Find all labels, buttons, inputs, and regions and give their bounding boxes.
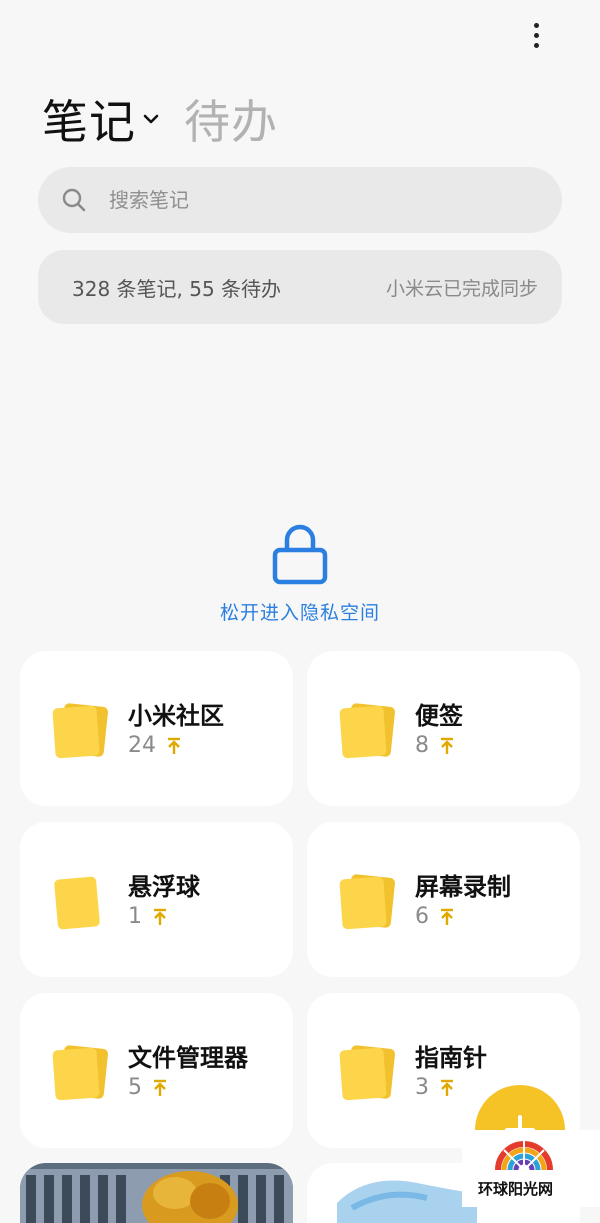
notes-summary: 328 条笔记, 55 条待办 小米云已完成同步	[38, 250, 562, 324]
folder-stack-icon	[52, 703, 108, 759]
folder-name: 小米社区	[128, 702, 224, 730]
folder-card[interactable]: 小米社区 24	[20, 651, 293, 806]
folder-single-icon	[54, 876, 100, 930]
folder-count: 8	[415, 733, 429, 758]
folder-count: 1	[128, 904, 142, 929]
sync-status-text: 小米云已完成同步	[385, 277, 538, 300]
pin-top-icon	[441, 737, 453, 754]
folder-name: 悬浮球	[128, 873, 200, 901]
more-vertical-icon	[533, 22, 539, 28]
tab-bar: 笔记 待办	[42, 86, 278, 152]
watermark: 环球阳光网	[462, 1130, 600, 1207]
folder-card[interactable]: 屏幕录制 6	[307, 822, 580, 977]
folder-name: 指南针	[415, 1044, 487, 1072]
folder-count: 3	[415, 1075, 429, 1100]
folder-stack-icon	[339, 703, 395, 759]
chevron-down-icon[interactable]	[142, 110, 160, 128]
folder-stack-icon	[52, 1045, 108, 1101]
notes-count-text: 328 条笔记, 55 条待办	[72, 276, 282, 301]
folder-name: 文件管理器	[128, 1044, 248, 1072]
folder-stack-icon	[339, 874, 395, 930]
tab-todo[interactable]: 待办	[184, 86, 278, 152]
privacy-space-hint: 松开进入隐私空间	[0, 520, 600, 625]
search-bar[interactable]	[38, 167, 562, 233]
note-card-image[interactable]	[20, 1163, 293, 1223]
more-options-button[interactable]	[520, 18, 552, 52]
folder-card[interactable]: 便签 8	[307, 651, 580, 806]
search-input[interactable]	[107, 187, 511, 213]
search-icon	[62, 188, 86, 212]
folder-count: 6	[415, 904, 429, 929]
folder-stack-icon	[339, 1045, 395, 1101]
folder-card[interactable]: 文件管理器 5	[20, 993, 293, 1148]
pin-top-icon	[441, 1079, 453, 1096]
pin-top-icon	[168, 737, 180, 754]
folder-name: 屏幕录制	[415, 873, 511, 901]
pin-top-icon	[154, 908, 166, 925]
watermark-text: 环球阳光网	[478, 1180, 554, 1198]
privacy-hint-text: 松开进入隐私空间	[219, 602, 380, 624]
tab-notes[interactable]: 笔记	[42, 86, 136, 152]
folder-card[interactable]: 悬浮球 1	[20, 822, 293, 977]
folder-name: 便签	[415, 702, 463, 730]
building-photo	[20, 1163, 293, 1223]
folder-count: 5	[128, 1075, 142, 1100]
watermark-logo	[495, 1140, 553, 1171]
lock-icon	[272, 524, 328, 585]
pin-top-icon	[441, 908, 453, 925]
folder-count: 24	[128, 733, 156, 758]
pin-top-icon	[154, 1079, 166, 1096]
